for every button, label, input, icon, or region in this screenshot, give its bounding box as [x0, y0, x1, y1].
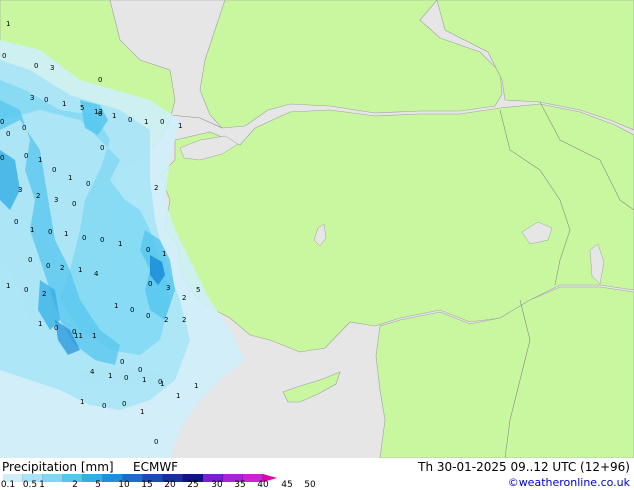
precip-value-label: 1 [108, 372, 112, 380]
precip-value-label: 1 [38, 156, 42, 164]
precip-value-label: 2 [60, 264, 64, 272]
precip-value-label: 12 [94, 108, 103, 116]
precip-value-label: 2 [164, 316, 168, 324]
precip-value-label: 0 [52, 166, 56, 174]
precip-value-label: 0 [100, 144, 104, 152]
precip-value-label: 1 [162, 250, 166, 258]
precip-value-label: 0 [138, 366, 142, 374]
legend-tick-label: 20 [164, 480, 176, 490]
precip-value-label: 0 [146, 312, 150, 320]
precip-value-label: 1 [194, 382, 198, 390]
precip-value-label: 5 [80, 104, 84, 112]
precip-value-label: 0 [44, 96, 48, 104]
precip-value-label: 3 [166, 284, 170, 292]
precip-value-label: 1 [64, 230, 68, 238]
precip-value-label: 4 [94, 270, 99, 278]
precip-value-label: 0 [28, 256, 32, 264]
precip-value-label: 1 [142, 376, 146, 384]
precip-value-label: 0 [82, 234, 86, 242]
precip-value-label: 3 [18, 186, 22, 194]
precip-value-label: 0 [72, 200, 76, 208]
precip-value-label: 0 [160, 118, 164, 126]
legend-tick-label: 50 [304, 480, 316, 490]
precip-value-label: 1 [92, 332, 96, 340]
precip-value-label: 0 [146, 246, 150, 254]
precip-value-label: 1 [178, 122, 182, 130]
precip-value-label: 1 [140, 408, 144, 416]
precipitation-map: 10 3003 0 1 5012 1 0 1 0 10000 10010032 3 0201 0 1 0 0 10… [0, 0, 634, 458]
legend-tick-label: 35 [234, 480, 246, 490]
precip-value-label: 2 [182, 294, 186, 302]
precip-value-label: 0 [130, 306, 134, 314]
precip-value-label: 1 [6, 20, 10, 28]
precip-value-label: 0 [128, 116, 132, 124]
precip-value-label: 3 [30, 94, 34, 102]
model-name: ECMWF [133, 460, 179, 474]
precip-value-label: 1 [176, 392, 180, 400]
precip-value-label: 0 [98, 76, 102, 84]
precip-value-label: 1 [144, 118, 148, 126]
legend-tick-label: 15 [141, 480, 153, 490]
precip-value-label: 1 [112, 112, 116, 120]
legend-tick-label: 1 [39, 480, 45, 490]
precip-value-label: 0 [148, 280, 152, 288]
precip-value-label: 0 [14, 218, 18, 226]
precip-value-label: 0 [54, 324, 58, 332]
precip-value-label: 3 [54, 196, 58, 204]
precip-value-label: 0 [0, 118, 4, 126]
precip-value-label: 1 [78, 266, 82, 274]
precip-value-label: 0 [0, 154, 4, 162]
precip-value-label: 3 [50, 64, 54, 72]
precip-value-label: 0 [22, 124, 26, 132]
precip-value-label: 4 [90, 368, 95, 376]
precip-value-label: 0 [122, 400, 126, 408]
precip-value-label: 0 [102, 402, 106, 410]
precip-value-label: 0 [24, 286, 28, 294]
precip-value-label: 0 [100, 236, 104, 244]
legend-tick-label: 40 [257, 480, 269, 490]
legend-tick-label: 25 [187, 480, 199, 490]
precip-value-label: 1 [62, 100, 66, 108]
legend-tick-label: 30 [211, 480, 223, 490]
precip-value-label: 1 [80, 398, 84, 406]
precip-value-label: 2 [42, 290, 46, 298]
precip-value-label: 0 [124, 374, 128, 382]
precip-value-label: 11 [74, 332, 83, 340]
precip-value-label: 2 [154, 184, 158, 192]
legend-tick-label: 45 [281, 480, 293, 490]
valid-datetime: Th 30-01-2025 09..12 UTC (12+96) [418, 460, 630, 474]
legend-tick-label: 0.5 [22, 480, 38, 490]
precip-value-label: 0 [6, 130, 10, 138]
legend-tick-label: 2 [72, 480, 78, 490]
precip-value-label: 0 [120, 358, 124, 366]
precip-value-label: 0 [34, 62, 38, 70]
map-title: Precipitation [mm] [2, 460, 114, 474]
legend-tick-label: 0.1 [0, 480, 16, 490]
precip-value-label: 5 [196, 286, 200, 294]
precip-value-label: 1 [68, 174, 72, 182]
precip-value-label: 1 [160, 380, 164, 388]
legend-tick-label: 5 [95, 480, 101, 490]
precip-value-label: 2 [182, 316, 186, 324]
precip-value-label: 0 [154, 438, 158, 446]
precip-value-label: 0 [2, 52, 6, 60]
precip-value-label: 1 [38, 320, 42, 328]
precip-value-label: 0 [24, 152, 28, 160]
precip-value-label: 1 [118, 240, 122, 248]
precip-value-label: 0 [48, 228, 52, 236]
precip-value-label: 1 [114, 302, 118, 310]
precip-value-label: 0 [46, 262, 50, 270]
legend-ticks: 0.1 0.5 1 2 5 10 15 20 25 30 35 40 45 50 [0, 481, 634, 490]
precip-value-label: 1 [30, 226, 34, 234]
precip-value-label: 2 [36, 192, 40, 200]
legend-tick-label: 10 [118, 480, 130, 490]
precip-value-label: 1 [6, 282, 10, 290]
precip-value-label: 0 [86, 180, 90, 188]
